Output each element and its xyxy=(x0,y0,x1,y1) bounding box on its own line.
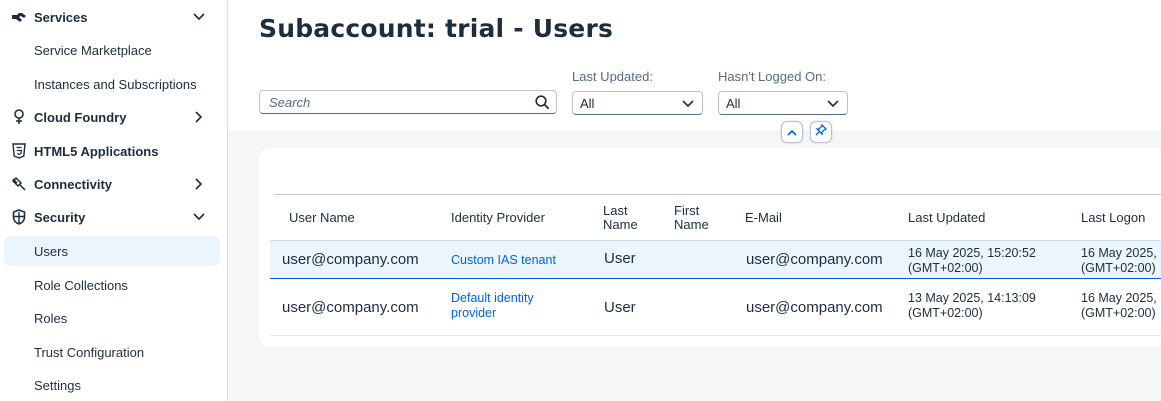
nav-item-role-collections[interactable]: Role Collections xyxy=(4,270,220,300)
nav-item-settings[interactable]: Settings xyxy=(4,370,220,400)
chevron-right-icon[interactable] xyxy=(188,106,210,128)
nav-item-instances-subscriptions[interactable]: Instances and Subscriptions xyxy=(4,69,220,99)
nav-item-label: Users xyxy=(34,243,68,259)
column-header-last-updated[interactable]: Last Updated xyxy=(908,211,985,225)
shield-icon xyxy=(4,202,34,232)
nav-item-label: Instances and Subscriptions xyxy=(34,76,197,92)
nav-group-security[interactable]: Security xyxy=(4,202,220,232)
nav-group-label: Services xyxy=(34,9,88,25)
cloud-foundry-icon xyxy=(4,102,34,132)
html5-icon xyxy=(4,136,34,166)
cell-last-updated: 13 May 2025, 14:13:09 (GMT+02:00) xyxy=(908,291,1036,321)
column-header-first-name[interactable]: First Name xyxy=(674,204,709,232)
connectivity-icon xyxy=(4,169,34,199)
cell-line: (GMT+02:00) xyxy=(1081,306,1156,320)
nav-item-users[interactable]: Users xyxy=(4,236,220,266)
cell-line: 13 May 2025, 14:13:09 xyxy=(908,291,1036,305)
nav-item-label: Trust Configuration xyxy=(34,344,145,360)
column-header-line: Name xyxy=(603,217,638,232)
services-icon xyxy=(4,2,34,32)
nav-group-html5-applications[interactable]: HTML5 Applications xyxy=(4,136,220,166)
cell-last-name: User xyxy=(604,250,636,267)
nav-item-label: Settings xyxy=(34,377,81,393)
link-line: Default identity xyxy=(451,291,534,305)
nav-item-label: Roles xyxy=(34,310,68,326)
cell-last-logon: 16 May 2025, (GMT+02:00) xyxy=(1081,246,1157,276)
nav-group-label: Connectivity xyxy=(34,176,113,192)
cell-user-name: user@company.com xyxy=(282,251,419,268)
hasnt-logged-on-select[interactable]: All xyxy=(718,91,848,115)
nav-item-label: Service Marketplace xyxy=(34,42,152,58)
cell-line: (GMT+02:00) xyxy=(908,306,983,320)
select-value: All xyxy=(726,95,741,111)
chevron-up-icon xyxy=(787,123,797,141)
nav-item-roles[interactable]: Roles xyxy=(4,303,220,333)
cell-email: user@company.com xyxy=(746,251,883,268)
identity-provider-link[interactable]: Custom IAS tenant xyxy=(451,253,556,268)
nav-item-service-marketplace[interactable]: Service Marketplace xyxy=(4,35,220,65)
identity-provider-link[interactable]: Default identity provider xyxy=(451,291,534,321)
last-updated-select[interactable]: All xyxy=(572,91,703,115)
nav-group-label: HTML5 Applications xyxy=(34,143,159,159)
search-field[interactable] xyxy=(259,90,557,114)
nav-group-label: Cloud Foundry xyxy=(34,109,127,125)
pin-icon xyxy=(815,123,828,141)
link-line: provider xyxy=(451,306,497,320)
nav-group-cloud-foundry[interactable]: Cloud Foundry xyxy=(4,102,220,132)
side-navigation: Services Service Marketplace Instances a… xyxy=(0,0,228,401)
select-value: All xyxy=(580,95,595,111)
cell-last-name: User xyxy=(604,299,636,316)
cell-user-name: user@company.com xyxy=(282,299,419,316)
collapse-header-button[interactable] xyxy=(781,121,803,143)
cell-email: user@company.com xyxy=(746,299,883,316)
column-header-user-name[interactable]: User Name xyxy=(289,211,355,225)
chevron-down-icon xyxy=(682,96,694,111)
search-icon[interactable] xyxy=(528,91,556,113)
column-header-line: Name xyxy=(674,217,709,232)
column-header-line: Last xyxy=(603,203,628,218)
column-header-last-name[interactable]: Last Name xyxy=(603,204,638,232)
column-header-last-logon[interactable]: Last Logon xyxy=(1081,211,1145,225)
pin-header-button[interactable] xyxy=(810,121,832,143)
chevron-right-icon[interactable] xyxy=(188,173,210,195)
nav-group-label: Security xyxy=(34,209,86,225)
cell-line: 16 May 2025, xyxy=(1081,246,1157,260)
cell-line: 16 May 2025, xyxy=(1081,291,1157,305)
chevron-down-icon[interactable] xyxy=(188,206,210,228)
table-divider xyxy=(274,194,1161,195)
last-updated-filter-label: Last Updated: xyxy=(572,69,653,84)
column-header-identity-provider[interactable]: Identity Provider xyxy=(451,211,545,225)
chevron-down-icon[interactable] xyxy=(188,6,210,28)
cell-last-logon: 16 May 2025, (GMT+02:00) xyxy=(1081,291,1157,321)
chevron-down-icon xyxy=(827,96,839,111)
nav-group-services[interactable]: Services xyxy=(4,2,220,32)
nav-item-trust-configuration[interactable]: Trust Configuration xyxy=(4,337,220,367)
cell-line: (GMT+02:00) xyxy=(1081,261,1156,275)
column-header-line: First xyxy=(674,203,700,218)
page-title: Subaccount: trial - Users xyxy=(259,14,614,43)
hasnt-logged-on-filter-label: Hasn't Logged On: xyxy=(718,69,826,84)
nav-item-label: Role Collections xyxy=(34,277,128,293)
nav-group-connectivity[interactable]: Connectivity xyxy=(4,169,220,199)
cell-last-updated: 16 May 2025, 15:20:52 (GMT+02:00) xyxy=(908,246,1036,276)
column-header-email[interactable]: E-Mail xyxy=(745,211,782,225)
cell-line: 16 May 2025, 15:20:52 xyxy=(908,246,1036,260)
search-input[interactable] xyxy=(260,94,528,110)
cell-line: (GMT+02:00) xyxy=(908,261,983,275)
